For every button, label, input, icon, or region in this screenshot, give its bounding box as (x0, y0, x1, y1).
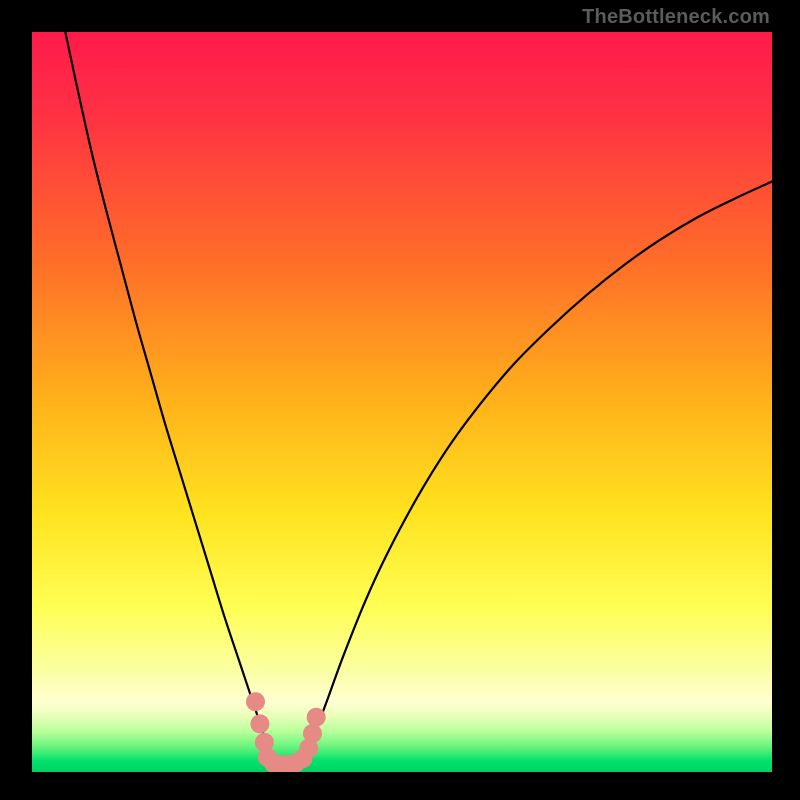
chart-frame: TheBottleneck.com (0, 0, 800, 800)
marker-point (303, 724, 322, 743)
marker-point (246, 692, 265, 711)
curve-right-branch (309, 181, 772, 747)
marker-point (250, 714, 269, 733)
plot-area (32, 32, 772, 772)
watermark-text: TheBottleneck.com (582, 6, 770, 29)
curves-layer (32, 32, 772, 772)
marker-group (246, 692, 326, 772)
curve-left-branch (65, 32, 267, 748)
marker-point (307, 708, 326, 727)
